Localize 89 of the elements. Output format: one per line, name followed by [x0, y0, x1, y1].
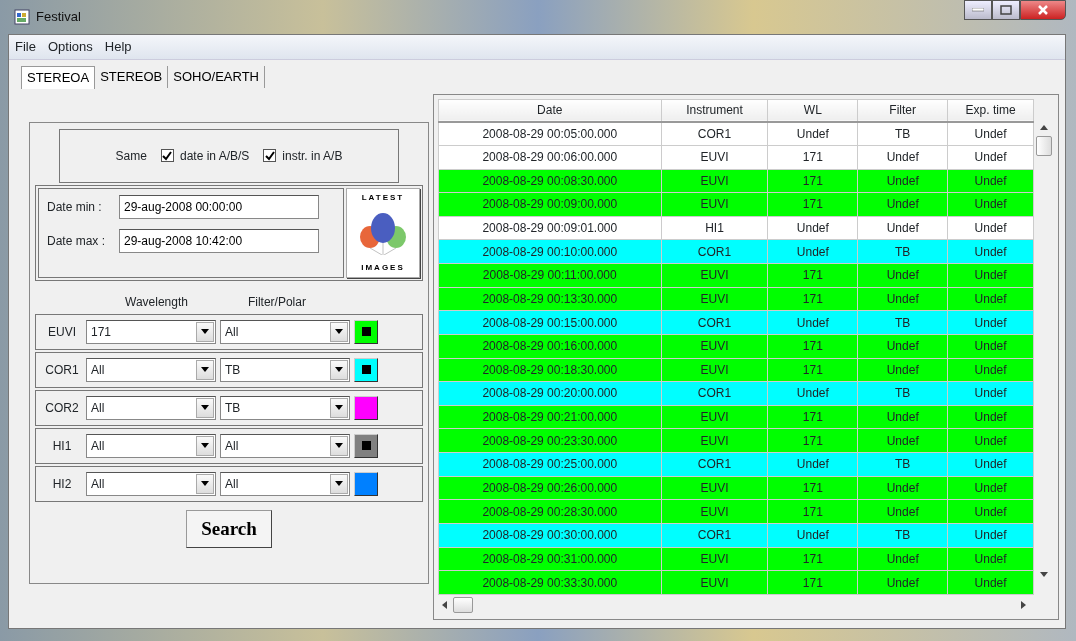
table-row[interactable]: 2008-08-29 00:06:00.000 EUVI 171 Undef Undef [438, 145, 1034, 170]
dropdown[interactable]: All [86, 357, 216, 382]
column-header: Date [438, 99, 662, 122]
tab[interactable]: STEREOB [95, 65, 169, 88]
window-title: Festival [36, 8, 81, 27]
caret-icon [196, 435, 214, 456]
table-row[interactable]: 2008-08-29 00:20:00.000 COR1 Undef TB Undef [438, 381, 1034, 406]
close-button[interactable] [1020, 0, 1066, 20]
caret-icon [330, 359, 348, 380]
checkbox[interactable] [263, 149, 277, 162]
close-icon [1037, 4, 1049, 16]
balloons-icon [358, 210, 408, 255]
up-arrow-icon[interactable] [1040, 124, 1048, 130]
color-button[interactable] [354, 319, 378, 344]
instrument-label: COR1 [44, 361, 80, 379]
dropdown[interactable]: 171 [86, 319, 216, 344]
dropdown[interactable]: All [220, 471, 350, 496]
checkbox-label[interactable]: date in A/B/S [179, 146, 250, 165]
dropdown[interactable]: All [86, 395, 216, 420]
date-field[interactable]: 29-aug-2008 10:42:00 [119, 228, 319, 253]
menu-item[interactable]: Help [104, 37, 132, 57]
scroll-thumb[interactable] [453, 597, 473, 613]
search-button[interactable]: Search [186, 509, 272, 548]
column-header: Filter/Polar [247, 293, 306, 311]
right-arrow-icon[interactable] [1021, 601, 1026, 609]
date-field[interactable]: 29-aug-2008 00:00:00 [119, 194, 319, 219]
table-row[interactable]: 2008-08-29 00:08:30.000 EUVI 171 Undef Undef [438, 169, 1034, 193]
instrument-label: EUVI [47, 323, 77, 341]
table-row[interactable]: 2008-08-29 00:33:30.000 EUVI 171 Undef Undef [438, 570, 1034, 595]
table-row[interactable]: 2008-08-29 00:10:00.000 COR1 Undef TB Undef [438, 239, 1034, 264]
table-row[interactable]: 2008-08-29 00:16:00.000 EUVI 171 Undef Undef [438, 334, 1034, 359]
left-arrow-icon[interactable] [442, 601, 447, 609]
caret-icon [330, 397, 348, 418]
table-row[interactable]: 2008-08-29 00:30:00.000 COR1 Undef TB Undef [438, 523, 1034, 548]
same-label: Same [115, 147, 147, 165]
table-row[interactable]: 2008-08-29 00:28:30.000 EUVI 171 Undef Undef [438, 499, 1034, 524]
table-row[interactable]: 2008-08-29 00:13:30.000 EUVI 171 Undef Undef [438, 287, 1034, 311]
down-arrow-icon[interactable] [1040, 572, 1048, 577]
menu-item[interactable]: File [15, 37, 36, 57]
caret-icon [196, 359, 214, 380]
column-header: WL [767, 99, 858, 122]
latest-images-button[interactable]: LATEST IMAGES [346, 187, 420, 278]
table-row[interactable]: 2008-08-29 00:26:00.000 EUVI 171 Undef Undef [438, 476, 1034, 500]
color-button[interactable] [354, 433, 378, 458]
table-row[interactable]: 2008-08-29 00:05:00.000 COR1 Undef TB Undef [438, 121, 1034, 146]
caret-icon [330, 435, 348, 456]
app-icon [14, 9, 30, 25]
table-row[interactable]: 2008-08-29 00:23:30.000 EUVI 171 Undef Undef [438, 428, 1034, 453]
caret-icon [330, 321, 348, 342]
instrument-label: COR2 [44, 399, 80, 417]
table-row[interactable]: 2008-08-29 00:09:00.000 EUVI 171 Undef Undef [438, 192, 1034, 217]
color-button[interactable] [354, 395, 378, 420]
tab[interactable]: SOHO/EARTH [168, 65, 265, 88]
caret-icon [196, 321, 214, 342]
date-label: Date min : [47, 198, 103, 216]
color-button[interactable] [354, 471, 378, 496]
table-row[interactable]: 2008-08-29 00:25:00.000 COR1 Undef TB Undef [438, 452, 1034, 477]
column-header: Exp. time [947, 99, 1034, 122]
minimize-icon [972, 8, 984, 12]
minimize-button[interactable] [964, 0, 992, 20]
table-row[interactable]: 2008-08-29 00:09:01.000 HI1 Undef Undef Undef [438, 216, 1034, 240]
table-row[interactable]: 2008-08-29 00:21:00.000 EUVI 171 Undef Undef [438, 405, 1034, 429]
maximize-button[interactable] [992, 0, 1020, 20]
dropdown[interactable]: All [220, 319, 350, 344]
caret-icon [196, 397, 214, 418]
instrument-label: HI1 [51, 437, 73, 455]
table-row[interactable]: 2008-08-29 00:18:30.000 EUVI 171 Undef Undef [438, 358, 1034, 382]
column-header: Instrument [661, 99, 768, 122]
instrument-label: HI2 [51, 475, 73, 493]
dropdown[interactable]: All [220, 433, 350, 458]
checkbox[interactable] [160, 149, 174, 162]
table-row[interactable]: 2008-08-29 00:31:00.000 EUVI 171 Undef Undef [438, 547, 1034, 571]
color-button[interactable] [354, 357, 378, 382]
dropdown[interactable]: TB [220, 395, 350, 420]
scroll-thumb[interactable] [1036, 135, 1052, 156]
dropdown[interactable]: TB [220, 357, 350, 382]
date-label: Date max : [47, 232, 107, 250]
maximize-icon [1000, 5, 1012, 15]
dropdown[interactable]: All [86, 471, 216, 496]
tab[interactable]: STEREOA [21, 65, 96, 89]
column-header: Filter [857, 99, 948, 122]
caret-icon [330, 473, 348, 494]
caret-icon [196, 473, 214, 494]
checkbox-label[interactable]: instr. in A/B [282, 146, 343, 165]
column-header: Wavelength [125, 293, 188, 311]
table-row[interactable]: 2008-08-29 00:11:00.000 EUVI 171 Undef Undef [438, 263, 1034, 288]
menu-item[interactable]: Options [47, 37, 93, 57]
table-row[interactable]: 2008-08-29 00:15:00.000 COR1 Undef TB Undef [438, 310, 1034, 335]
dropdown[interactable]: All [86, 433, 216, 458]
